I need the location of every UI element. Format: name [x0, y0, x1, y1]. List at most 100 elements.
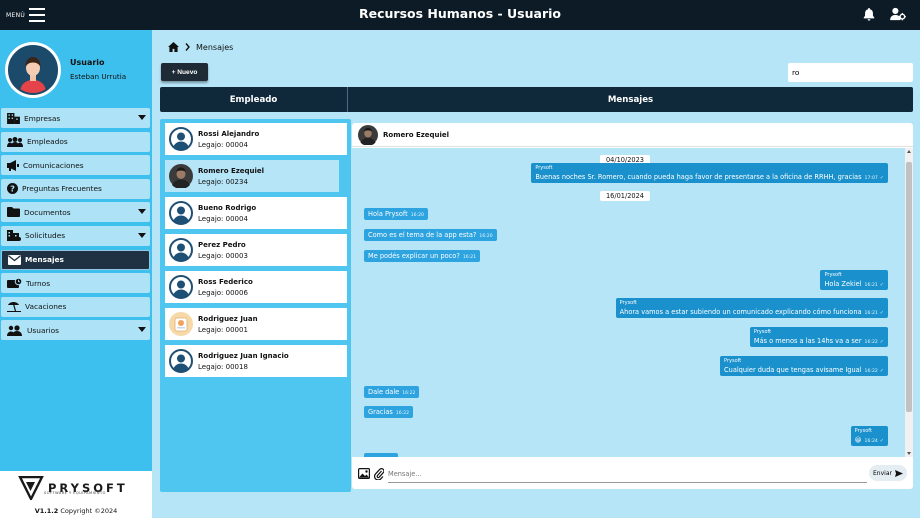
employee-legajo: Legajo: 00004 — [198, 140, 248, 149]
home-icon[interactable] — [168, 42, 179, 52]
scrollbar-thumb[interactable] — [906, 162, 912, 412]
sidebar-item-comunicaciones[interactable]: Comunicaciones — [1, 155, 150, 176]
message-text: Hola Prysoft — [368, 210, 408, 218]
message-bubble-out: Prysoft Ahora vamos a estar subiendo un … — [615, 298, 888, 318]
employee-list: Rossi Alejandro Legajo: 00004 Romero Ezeq… — [160, 119, 351, 492]
beach-icon — [7, 302, 21, 313]
checkmark-icon: ✓ — [879, 368, 884, 374]
message-time: 16:20 — [410, 213, 424, 218]
message-sender: Prysoft — [854, 428, 872, 434]
column-headers: Empleado Mensajes — [160, 87, 913, 112]
prysoft-logo-icon — [18, 476, 44, 500]
user-role: Usuario — [70, 58, 105, 67]
image-icon[interactable] — [358, 468, 370, 479]
sidebar-item-label: Documentos — [24, 207, 71, 217]
message-text: Cualquier duda que tengas avisame Igual — [724, 366, 862, 374]
employee-name: Ross Federico — [198, 277, 253, 286]
message-text: Me podés explicar un poco? — [368, 252, 460, 260]
message-time: 16:22 — [402, 391, 416, 396]
message-time: 16:22 — [864, 369, 878, 374]
sidebar-item-mensajes[interactable]: Mensajes — [1, 249, 150, 270]
sidebar-item-preguntas-frecuentes[interactable]: ? Preguntas Frecuentes — [1, 178, 150, 199]
sidebar-item-empresas[interactable]: Empresas — [1, 108, 150, 128]
app-title: Recursos Humanos - Usuario — [359, 6, 561, 21]
sidebar-nav: Empresas Empleados Comunicaciones ? Preg… — [1, 108, 150, 344]
checkmark-icon: ✓ — [879, 310, 884, 316]
message-text: Ahora vamos a estar subiendo un comunica… — [619, 308, 862, 316]
list-item[interactable]: Rodriguez Juan Ignacio Legajo: 00018 — [165, 345, 347, 377]
employee-legajo: Legajo: 00003 — [198, 251, 248, 260]
sidebar-item-label: Comunicaciones — [23, 160, 84, 170]
brand-tagline: SOFTWARE Y EQUIPAMIENTO — [44, 491, 106, 495]
default-avatar-icon — [169, 275, 193, 299]
avatar[interactable] — [5, 42, 61, 98]
employee-photo — [169, 164, 193, 188]
message-composer: Enviar — [352, 459, 913, 489]
list-item[interactable]: Rossi Alejandro Legajo: 00004 — [165, 123, 347, 155]
message-sender: Prysoft — [535, 165, 553, 171]
message-time: 17:07 — [864, 176, 878, 181]
employee-legajo: Legajo: 00004 — [198, 214, 248, 223]
message-bubble-out: Prysoft Cualquier duda que tengas avisam… — [720, 356, 888, 376]
scrollbar[interactable] — [905, 148, 913, 457]
search-input[interactable] — [788, 63, 913, 82]
sidebar-item-vacaciones[interactable]: Vacaciones — [1, 296, 150, 317]
employee-name: Bueno Rodrigo — [198, 203, 257, 212]
employee-legajo: Legajo: 00018 — [198, 362, 248, 371]
employee-legajo: Legajo: 00001 — [198, 325, 248, 334]
message-sender: Prysoft — [724, 358, 742, 364]
sidebar: Usuario Esteban Urrutia Empresas Emplead… — [0, 30, 152, 518]
sidebar-item-label: Mensajes — [25, 255, 64, 265]
list-item[interactable]: Rodriguez Juan Legajo: 00001 — [165, 308, 347, 340]
people-icon — [7, 136, 23, 147]
message-time: 16:22 — [864, 340, 878, 345]
list-item[interactable]: Ross Federico Legajo: 00006 — [165, 271, 347, 303]
message-bubble-out: Prysoft Más o menos a las 14hs va a ser 1… — [749, 327, 888, 347]
user-settings-icon[interactable] — [890, 7, 906, 21]
list-item[interactable]: Bueno Rodrigo Legajo: 00004 — [165, 197, 347, 229]
date-separator: 16/01/2024 — [599, 191, 651, 201]
requests-icon — [7, 230, 21, 242]
chat-header: Romero Ezequiel — [352, 123, 913, 147]
shifts-icon — [7, 277, 22, 288]
building-icon — [7, 112, 20, 124]
main-content: Mensajes + Nuevo Empleado Mensajes Rossi… — [152, 30, 920, 518]
chat-contact-name: Romero Ezequiel — [383, 130, 450, 139]
message-bubble-out: Prysoft 😀 16:24 ✓ — [850, 426, 888, 446]
sidebar-item-documentos[interactable]: Documentos — [1, 202, 150, 223]
list-item[interactable]: Perez Pedro Legajo: 00003 — [165, 234, 347, 266]
message-text: Más o menos a las 14hs va a ser — [753, 337, 862, 345]
sidebar-item-solicitudes[interactable]: Solicitudes — [1, 225, 150, 246]
list-item[interactable]: Romero Ezequiel Legajo: 00234 — [165, 160, 339, 192]
message-sender: Prysoft — [753, 329, 772, 335]
employee-name: Rodriguez Juan Ignacio — [198, 351, 289, 360]
message-bubble-in: Dale dale 16:22 — [364, 386, 420, 398]
folder-icon — [7, 207, 20, 218]
sidebar-item-usuarios[interactable]: Usuarios — [1, 320, 150, 341]
user-profile: Usuario Esteban Urrutia — [0, 30, 152, 106]
message-text: Dale dale — [368, 388, 400, 396]
bell-icon[interactable] — [862, 7, 876, 21]
sidebar-item-label: Empresas — [24, 113, 61, 123]
message-bubble-out: Prysoft Hola Zekiel 16:21 ✓ — [820, 270, 888, 290]
paperclip-icon[interactable] — [374, 467, 384, 480]
chevron-down-icon — [138, 232, 146, 238]
message-input[interactable] — [388, 465, 867, 483]
sidebar-item-empleados[interactable]: Empleados — [1, 131, 150, 152]
copyright: V1.1.2 Copyright ©2024 — [0, 507, 152, 515]
new-message-button[interactable]: + Nuevo — [161, 63, 208, 81]
message-bubble-in: Como es el tema de la app esta? 16:20 — [364, 229, 497, 241]
message-text: Gracias — [368, 408, 393, 416]
default-avatar-icon — [169, 127, 193, 151]
default-avatar-icon — [169, 201, 193, 225]
sidebar-item-label: Usuarios — [27, 325, 59, 335]
employee-legajo: Legajo: 00006 — [198, 288, 248, 297]
default-avatar-icon — [169, 238, 193, 262]
message-list: 04/10/2023 Prysoft Buenas noches Sr. Rom… — [352, 148, 905, 457]
message-bubble-out: Prysoft Buenas noches Sr. Romero, cuando… — [531, 163, 888, 183]
send-button[interactable]: Enviar — [869, 465, 907, 481]
employee-name: Rossi Alejandro — [198, 129, 260, 138]
top-bar: MENÚ Recursos Humanos - Usuario — [0, 0, 920, 30]
sidebar-item-turnos[interactable]: Turnos — [1, 273, 150, 294]
message-bubble-in-partial — [364, 453, 398, 457]
